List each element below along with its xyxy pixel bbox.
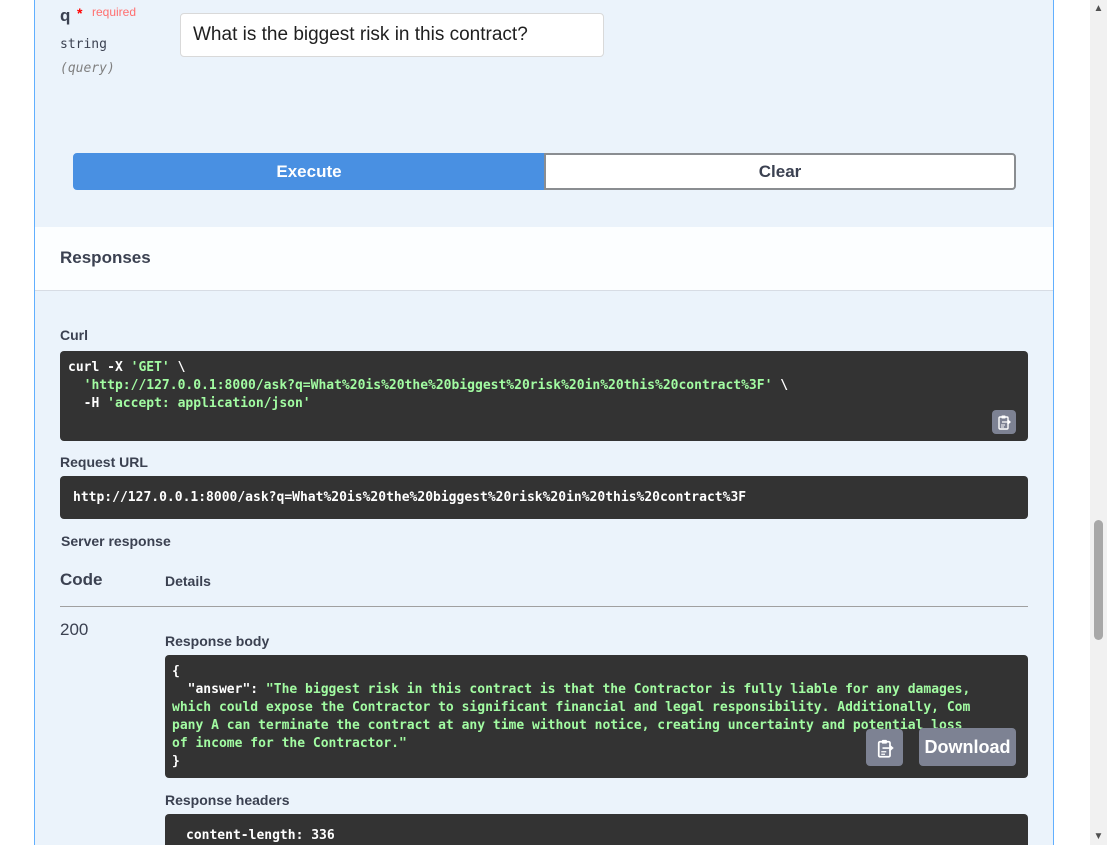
curl-line-2: 'http://127.0.0.1:8000/ask?q=What%20is%2… bbox=[68, 377, 1020, 395]
header-content-length: content-length: 336 bbox=[186, 828, 335, 843]
json-key-answer: "answer": bbox=[172, 682, 266, 697]
responses-title: Responses bbox=[60, 248, 151, 267]
scrollbar-thumb[interactable] bbox=[1094, 520, 1103, 640]
responses-header: Responses bbox=[35, 227, 1053, 291]
copy-response-button[interactable] bbox=[866, 729, 903, 766]
curl-indent bbox=[68, 378, 84, 393]
param-name: q bbox=[60, 6, 71, 25]
curl-line-3: -H 'accept: application/json' bbox=[68, 395, 1020, 413]
curl-method: 'GET' bbox=[130, 360, 170, 375]
curl-url: 'http://127.0.0.1:8000/ask?q=What%20is%2… bbox=[83, 378, 773, 393]
json-answer-line-1: "answer": "The biggest risk in this cont… bbox=[172, 681, 1021, 699]
download-button[interactable]: Download bbox=[919, 728, 1016, 766]
copy-curl-button[interactable] bbox=[992, 410, 1016, 434]
clipboard-copy-icon bbox=[877, 739, 894, 758]
curl-code-block[interactable]: curl -X 'GET' \ 'http://127.0.0.1:8000/a… bbox=[60, 351, 1028, 441]
required-star: * bbox=[77, 5, 83, 21]
json-answer-text: "The biggest risk in this contract is th… bbox=[265, 682, 971, 697]
curl-continuation: \ bbox=[772, 378, 789, 393]
response-headers-label: Response headers bbox=[165, 792, 290, 808]
curl-cmd: curl -X bbox=[68, 360, 131, 375]
execute-button[interactable]: Execute bbox=[73, 153, 545, 190]
swagger-page: q * required string (query) What is the … bbox=[0, 0, 1090, 845]
json-open-brace: { bbox=[172, 664, 180, 679]
server-response-label: Server response bbox=[61, 533, 171, 549]
response-headers-block[interactable]: content-length: 336 bbox=[165, 814, 1028, 845]
scroll-down-arrow-icon[interactable]: ▼ bbox=[1090, 828, 1107, 845]
curl-line-1: curl -X 'GET' \ bbox=[68, 359, 1020, 377]
curl-continuation: \ bbox=[169, 360, 186, 375]
param-type: string bbox=[60, 37, 107, 52]
response-status-code: 200 bbox=[60, 620, 89, 639]
response-body-label: Response body bbox=[165, 633, 270, 649]
table-divider bbox=[60, 606, 1028, 607]
param-location: (query) bbox=[60, 61, 115, 76]
curl-label: Curl bbox=[60, 327, 88, 343]
curl-flag: -H bbox=[68, 396, 108, 411]
curl-header: 'accept: application/json' bbox=[107, 396, 311, 411]
vertical-scrollbar[interactable]: ▲ ▼ bbox=[1090, 0, 1107, 845]
required-label: required bbox=[92, 5, 137, 19]
code-column-header: Code bbox=[60, 570, 103, 589]
clipboard-copy-icon bbox=[998, 415, 1011, 430]
scroll-up-arrow-icon[interactable]: ▲ bbox=[1090, 0, 1107, 17]
request-url-label: Request URL bbox=[60, 454, 148, 470]
json-answer-line-2: which could expose the Contractor to sig… bbox=[172, 700, 971, 715]
request-url-block[interactable]: http://127.0.0.1:8000/ask?q=What%20is%20… bbox=[60, 476, 1028, 519]
details-column-header: Details bbox=[165, 573, 211, 589]
clear-button[interactable]: Clear bbox=[544, 153, 1016, 190]
query-input[interactable]: What is the biggest risk in this contrac… bbox=[180, 13, 604, 57]
